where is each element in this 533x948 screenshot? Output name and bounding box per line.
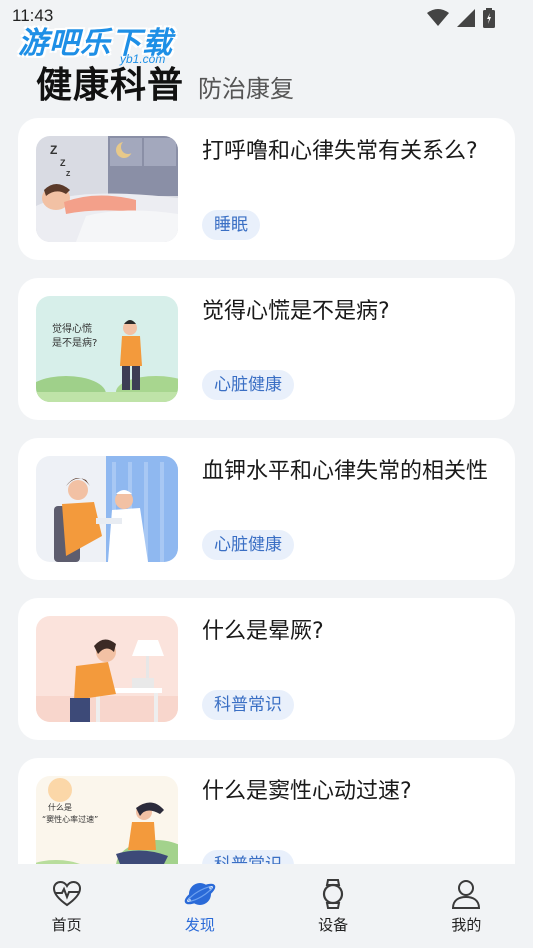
article-card[interactable]: 什么是晕厥? 科普常识 [18,598,515,740]
svg-text:Z: Z [66,171,71,178]
article-tag[interactable]: 科普常识 [202,690,294,720]
thumbnail-caption-line2: 是不是病? [52,336,97,349]
person-icon [452,880,481,909]
page-title: 健康科普 [36,65,185,106]
planet-icon [184,883,216,905]
tab-home-label: 首页 [51,916,82,934]
article-tag[interactable]: 心脏健康 [202,530,294,560]
status-icons [427,8,495,28]
watch-icon [323,879,344,909]
page-subtitle-tab[interactable]: 防治康复 [198,69,294,104]
article-thumbnail-blood-test [36,456,178,562]
heart-pulse-icon [52,880,81,907]
signal-icon [457,9,475,27]
svg-text:Z: Z [50,143,57,157]
page-header: 健康科普 防治康复 [36,56,294,108]
article-title: 觉得心慌是不是病? [202,299,390,324]
article-tag[interactable]: 睡眠 [202,210,260,240]
article-thumbnail-fainting [36,616,178,722]
article-title: 什么是窦性心动过速? [202,779,412,804]
tab-device-label: 设备 [318,916,349,934]
article-title: 什么是晕厥? [202,619,324,644]
article-list: Z Z Z 打呼噜和心律失常有关系么? 睡眠 觉得心慌 是不是病? 觉得心慌是不… [18,118,515,918]
tab-device[interactable]: 设备 [267,864,400,948]
article-title: 打呼噜和心律失常有关系么? [202,139,478,164]
article-card[interactable]: 血钾水平和心律失常的相关性 心脏健康 [18,438,515,580]
article-card[interactable]: 觉得心慌 是不是病? 觉得心慌是不是病? 心脏健康 [18,278,515,420]
bottom-tab-bar: 首页 发现 设备 我的 [0,864,533,948]
article-tag[interactable]: 心脏健康 [202,370,294,400]
tab-home[interactable]: 首页 [0,864,133,948]
thumbnail-caption-line1: 觉得心慌 [52,323,92,335]
wifi-icon [427,9,449,26]
thumbnail-caption-line2: “窦性心率过速” [42,814,98,824]
svg-text:Z: Z [60,158,66,168]
article-card[interactable]: Z Z Z 打呼噜和心律失常有关系么? 睡眠 [18,118,515,260]
thumbnail-caption-line1: 什么是 [48,802,72,812]
tab-me-label: 我的 [451,916,482,934]
article-thumbnail-sleep: Z Z Z [36,136,178,242]
article-thumbnail-palpitation: 觉得心慌 是不是病? [36,296,178,402]
article-title: 血钾水平和心律失常的相关性 [202,459,489,484]
tab-discover[interactable]: 发现 [133,864,266,948]
tab-discover-label: 发现 [184,916,215,934]
battery-icon [483,8,495,28]
tab-me[interactable]: 我的 [400,864,533,948]
